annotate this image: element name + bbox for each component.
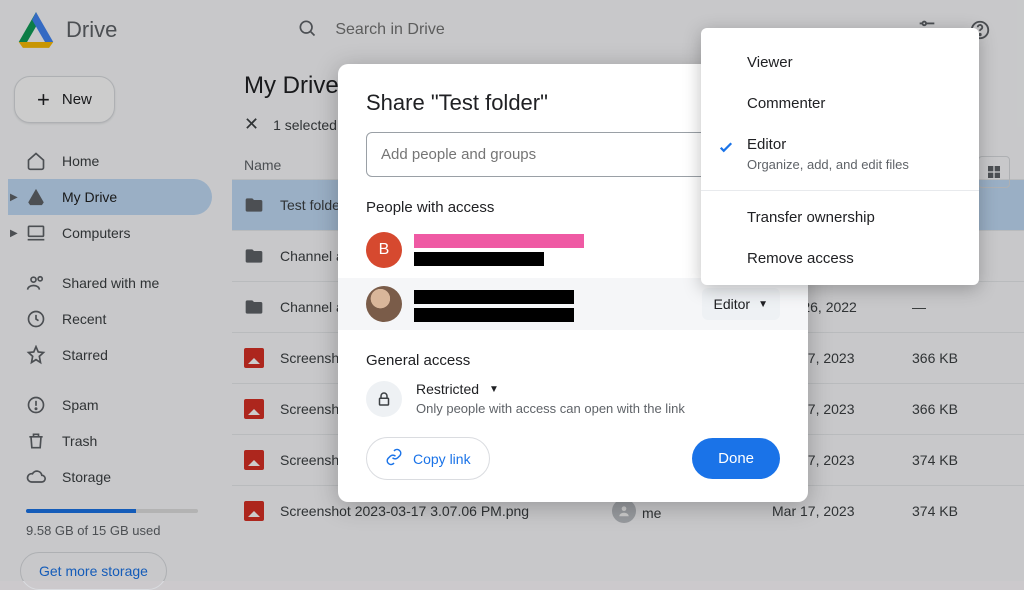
avatar xyxy=(366,286,402,322)
general-access-heading: General access xyxy=(366,352,780,369)
expand-icon[interactable]: ▶ xyxy=(10,228,18,239)
link-icon xyxy=(385,448,403,469)
sidebar-item-label: Spam xyxy=(62,397,99,413)
person-editor-row: Editor ▼ xyxy=(338,278,808,330)
sidebar-item-computers[interactable]: ▶ Computers xyxy=(8,215,212,251)
role-menu: Viewer Commenter Editor Organize, add, a… xyxy=(701,28,979,285)
menu-label: Viewer xyxy=(747,54,793,71)
sidebar-item-storage[interactable]: Storage xyxy=(8,459,212,495)
storage-bar xyxy=(26,509,198,513)
drive-logo-icon xyxy=(16,10,56,50)
image-icon xyxy=(244,348,264,368)
trash-icon xyxy=(26,431,46,451)
sidebar-item-label: Storage xyxy=(62,469,111,485)
lock-icon xyxy=(366,381,402,417)
folder-icon xyxy=(244,195,264,215)
redaction-bar xyxy=(414,234,584,248)
cell-size: 374 KB xyxy=(912,503,1012,519)
role-dropdown[interactable]: Editor ▼ xyxy=(702,288,780,320)
sidebar-item-label: Starred xyxy=(62,347,108,363)
general-access-mode: Restricted xyxy=(416,381,479,397)
folder-icon xyxy=(244,297,264,317)
spam-icon xyxy=(26,395,46,415)
menu-sublabel: Organize, add, and edit files xyxy=(747,157,909,172)
new-button[interactable]: + New xyxy=(14,76,115,123)
general-access-sub: Only people with access can open with th… xyxy=(416,401,685,416)
chevron-down-icon: ▼ xyxy=(489,384,499,395)
sidebar-item-label: Recent xyxy=(62,311,106,327)
computers-icon xyxy=(26,223,46,243)
menu-item-editor[interactable]: Editor Organize, add, and edit files xyxy=(701,124,979,184)
home-icon xyxy=(26,151,46,171)
menu-label: Transfer ownership xyxy=(747,209,875,226)
folder-icon xyxy=(244,246,264,266)
search-icon xyxy=(297,18,317,43)
menu-item-viewer[interactable]: Viewer xyxy=(701,42,979,83)
general-access-row: Restricted ▼ Only people with access can… xyxy=(366,381,780,417)
avatar-me-icon xyxy=(612,499,636,523)
cell-modified: Mar 17, 2023 xyxy=(772,503,912,519)
dialog-actions: Copy link Done xyxy=(366,437,780,480)
image-icon xyxy=(244,501,264,521)
selection-count: 1 selected xyxy=(273,117,337,133)
cell-size: — xyxy=(912,299,1012,315)
view-grid-button[interactable] xyxy=(978,156,1010,188)
drive-icon xyxy=(26,187,46,207)
sidebar-item-label: My Drive xyxy=(62,189,117,205)
image-icon xyxy=(244,450,264,470)
menu-label: Commenter xyxy=(747,95,825,112)
redaction-bar xyxy=(414,308,574,322)
star-icon xyxy=(26,345,46,365)
chevron-down-icon: ▼ xyxy=(758,299,768,310)
image-icon xyxy=(244,399,264,419)
sidebar-item-label: Home xyxy=(62,153,99,169)
done-button[interactable]: Done xyxy=(692,438,780,479)
storage-text: 9.58 GB of 15 GB used xyxy=(26,523,212,538)
expand-icon[interactable]: ▶ xyxy=(10,192,18,203)
copy-link-label: Copy link xyxy=(413,451,471,467)
redaction-bar xyxy=(414,252,544,266)
sidebar-item-label: Shared with me xyxy=(62,275,159,291)
cloud-icon xyxy=(26,467,46,487)
cell-size: 366 KB xyxy=(912,350,1012,366)
sidebar: + New Home ▶ My Drive ▶ Computers Shared… xyxy=(0,70,220,581)
new-button-label: New xyxy=(62,91,92,108)
menu-item-remove[interactable]: Remove access xyxy=(701,238,979,271)
sidebar-item-starred[interactable]: Starred xyxy=(8,337,212,373)
nav: Home ▶ My Drive ▶ Computers Shared with … xyxy=(8,143,212,495)
get-more-storage-button[interactable]: Get more storage xyxy=(20,552,167,590)
sidebar-item-shared[interactable]: Shared with me xyxy=(8,265,212,301)
clear-selection-icon[interactable]: ✕ xyxy=(244,114,259,135)
person-redacted xyxy=(414,286,574,322)
sidebar-item-home[interactable]: Home xyxy=(8,143,212,179)
sidebar-item-label: Computers xyxy=(62,225,130,241)
role-label: Editor xyxy=(714,296,751,312)
copy-link-button[interactable]: Copy link xyxy=(366,437,490,480)
sidebar-item-my-drive[interactable]: ▶ My Drive xyxy=(8,179,212,215)
cell-name: Screenshot 2023-03-17 3.07.06 PM.png xyxy=(280,503,612,519)
menu-label: Editor xyxy=(747,136,786,153)
clock-icon xyxy=(26,309,46,329)
sidebar-item-label: Trash xyxy=(62,433,97,449)
menu-divider xyxy=(701,190,979,191)
menu-label: Remove access xyxy=(747,250,854,267)
check-icon xyxy=(717,138,735,160)
cell-size: 374 KB xyxy=(912,452,1012,468)
cell-owner: me xyxy=(612,499,772,523)
person-redacted xyxy=(414,234,584,266)
sidebar-item-trash[interactable]: Trash xyxy=(8,423,212,459)
product-name: Drive xyxy=(66,17,117,43)
avatar: B xyxy=(366,232,402,268)
redaction-bar xyxy=(414,290,574,304)
people-icon xyxy=(26,273,46,293)
cell-size: 366 KB xyxy=(912,401,1012,417)
sidebar-item-recent[interactable]: Recent xyxy=(8,301,212,337)
sidebar-item-spam[interactable]: Spam xyxy=(8,387,212,423)
menu-item-transfer[interactable]: Transfer ownership xyxy=(701,197,979,238)
general-access-mode-dropdown[interactable]: Restricted ▼ xyxy=(416,381,685,397)
menu-item-commenter[interactable]: Commenter xyxy=(701,83,979,124)
